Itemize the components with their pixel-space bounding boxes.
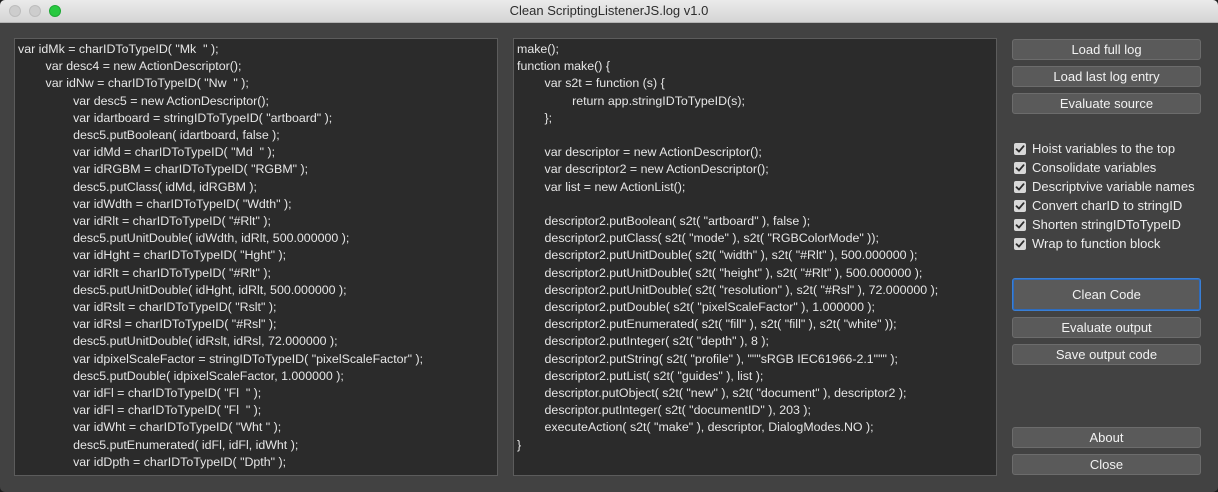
option-label: Descriptvive variable names xyxy=(1032,179,1195,194)
source-code-line: var idWdth = charIDToTypeID( "Wdth" ); xyxy=(18,196,292,211)
source-code-line: desc5.putUnitDouble( idHght, idRlt, 500.… xyxy=(18,282,347,297)
source-code-line: var idpixelScaleFactor = stringIDToTypeI… xyxy=(18,351,424,366)
option-label: Consolidate variables xyxy=(1032,160,1157,175)
source-code-line: desc5.putBoolean( idartboard, false ); xyxy=(18,128,280,142)
output-code-line: descriptor2.putEnumerated( s2t( "fill" )… xyxy=(517,317,897,332)
output-code-line: executeAction( s2t( "make" ), descriptor… xyxy=(517,420,874,435)
output-code-line: descriptor2.putList( s2t( "guides" ), li… xyxy=(517,368,764,383)
source-code-line: var idRGBM = charIDToTypeID( "RGBM" ); xyxy=(18,162,309,177)
window-title: Clean ScriptingListenerJS.log v1.0 xyxy=(509,3,709,18)
source-code-line: var idRlt = charIDToTypeID( "#Rlt" ); xyxy=(18,265,271,280)
source-code-line: desc5.putDouble( idpixelScaleFactor, 1.0… xyxy=(18,368,344,383)
source-code-textarea[interactable]: var idMk = charIDToTypeID( "Mk " ); var … xyxy=(14,38,498,476)
option-label: Hoist variables to the top xyxy=(1032,141,1176,156)
save-output-code-button[interactable]: Save output code xyxy=(1012,344,1201,365)
source-code-line: var idMd = charIDToTypeID( "Md " ); xyxy=(18,145,276,160)
output-code-textarea[interactable]: make(); function make() { var s2t = funct… xyxy=(513,38,997,476)
output-code-line: descriptor2.putDouble( s2t( "pixelScaleF… xyxy=(517,300,875,314)
output-code-line: var s2t = function (s) { xyxy=(517,76,665,91)
output-code-line: function make() { xyxy=(517,59,610,74)
output-code-line: descriptor2.putString( s2t( "profile" ),… xyxy=(517,351,898,366)
output-code-line: var list = new ActionList(); xyxy=(517,179,686,194)
output-code-line: var descriptor2 = new ActionDescriptor()… xyxy=(517,162,769,177)
checkmark-icon[interactable] xyxy=(1014,181,1026,193)
option-label: Convert charID to stringID xyxy=(1032,198,1183,213)
evaluate-source-button[interactable]: Evaluate source xyxy=(1012,93,1201,114)
output-code-line: descriptor2.putUnitDouble( s2t( "height"… xyxy=(517,265,923,280)
source-code-line: var idartboard = stringIDToTypeID( "artb… xyxy=(18,110,333,125)
source-code-line: var desc5 = new ActionDescriptor(); xyxy=(18,93,270,108)
output-code-line: } xyxy=(517,437,522,452)
source-code-line: desc5.putClass( idMd, idRGBM ); xyxy=(18,179,257,194)
source-code-line: var idFl = charIDToTypeID( "Fl " ); xyxy=(18,386,262,400)
about-button[interactable]: About xyxy=(1012,427,1201,448)
output-code-line: }; xyxy=(517,110,553,125)
source-code-line: desc5.putUnitDouble( idRslt, idRsl, 72.0… xyxy=(18,334,338,349)
source-code-line: var desc4 = new ActionDescriptor(); xyxy=(18,59,242,74)
source-code-line: var idRsl = charIDToTypeID( "#Rsl" ); xyxy=(18,317,277,332)
clean-code-button[interactable]: Clean Code xyxy=(1012,278,1201,311)
output-code-line: var descriptor = new ActionDescriptor(); xyxy=(517,145,762,160)
source-code-line: var idRlt = charIDToTypeID( "#Rlt" ); xyxy=(18,214,271,228)
close-button[interactable]: Close xyxy=(1012,454,1201,475)
title-bar: Clean ScriptingListenerJS.log v1.0 xyxy=(0,0,1218,23)
source-code-line: desc5.putUnitDouble( idWdth, idRlt, 500.… xyxy=(18,231,350,246)
source-code-line: var idMk = charIDToTypeID( "Mk " ); xyxy=(18,42,219,56)
source-code-line: var idRslt = charIDToTypeID( "Rslt" ); xyxy=(18,300,277,314)
output-code-line: descriptor2.putBoolean( s2t( "artboard" … xyxy=(517,214,811,228)
checkmark-icon[interactable] xyxy=(1014,238,1026,250)
output-code-line: descriptor2.putInteger( s2t( "depth" ), … xyxy=(517,334,769,349)
output-code-line: descriptor2.putUnitDouble( s2t( "resolut… xyxy=(517,282,939,297)
checkmark-icon[interactable] xyxy=(1014,219,1026,231)
app-window: Clean ScriptingListenerJS.log v1.0 var i… xyxy=(0,0,1218,492)
output-code-line: descriptor.putObject( s2t( "new" ), s2t(… xyxy=(517,386,907,400)
source-code-line: desc5.putEnumerated( idFl, idFl, idWht )… xyxy=(18,437,299,452)
checkmark-icon[interactable] xyxy=(1014,200,1026,212)
checkmark-icon[interactable] xyxy=(1014,162,1026,174)
evaluate-output-button[interactable]: Evaluate output xyxy=(1012,317,1201,338)
output-code-line: make(); xyxy=(517,42,559,56)
source-code-line: var idHght = charIDToTypeID( "Hght" ); xyxy=(18,248,287,263)
option-label: Wrap to function block xyxy=(1032,236,1161,251)
output-code-line: descriptor2.putUnitDouble( s2t( "width" … xyxy=(517,248,918,263)
option-label: Shorten stringIDToTypeID xyxy=(1032,217,1181,232)
checkmark-icon[interactable] xyxy=(1014,143,1026,155)
source-code-line: var idDpth = charIDToTypeID( "Dpth" ); xyxy=(18,454,287,469)
output-code-line: descriptor.putInteger( s2t( "documentID"… xyxy=(517,403,811,418)
source-code-line: var idNw = charIDToTypeID( "Nw " ); xyxy=(18,76,249,91)
source-code-line: var idFl = charIDToTypeID( "Fl " ); xyxy=(18,403,262,418)
output-code-line: descriptor2.putClass( s2t( "mode" ), s2t… xyxy=(517,231,879,246)
load-last-log-entry-button[interactable]: Load last log entry xyxy=(1012,66,1201,87)
output-code-line: return app.stringIDToTypeID(s); xyxy=(517,93,745,108)
source-code-line: var idWht = charIDToTypeID( "Wht " ); xyxy=(18,420,282,435)
load-full-log-button[interactable]: Load full log xyxy=(1012,39,1201,60)
